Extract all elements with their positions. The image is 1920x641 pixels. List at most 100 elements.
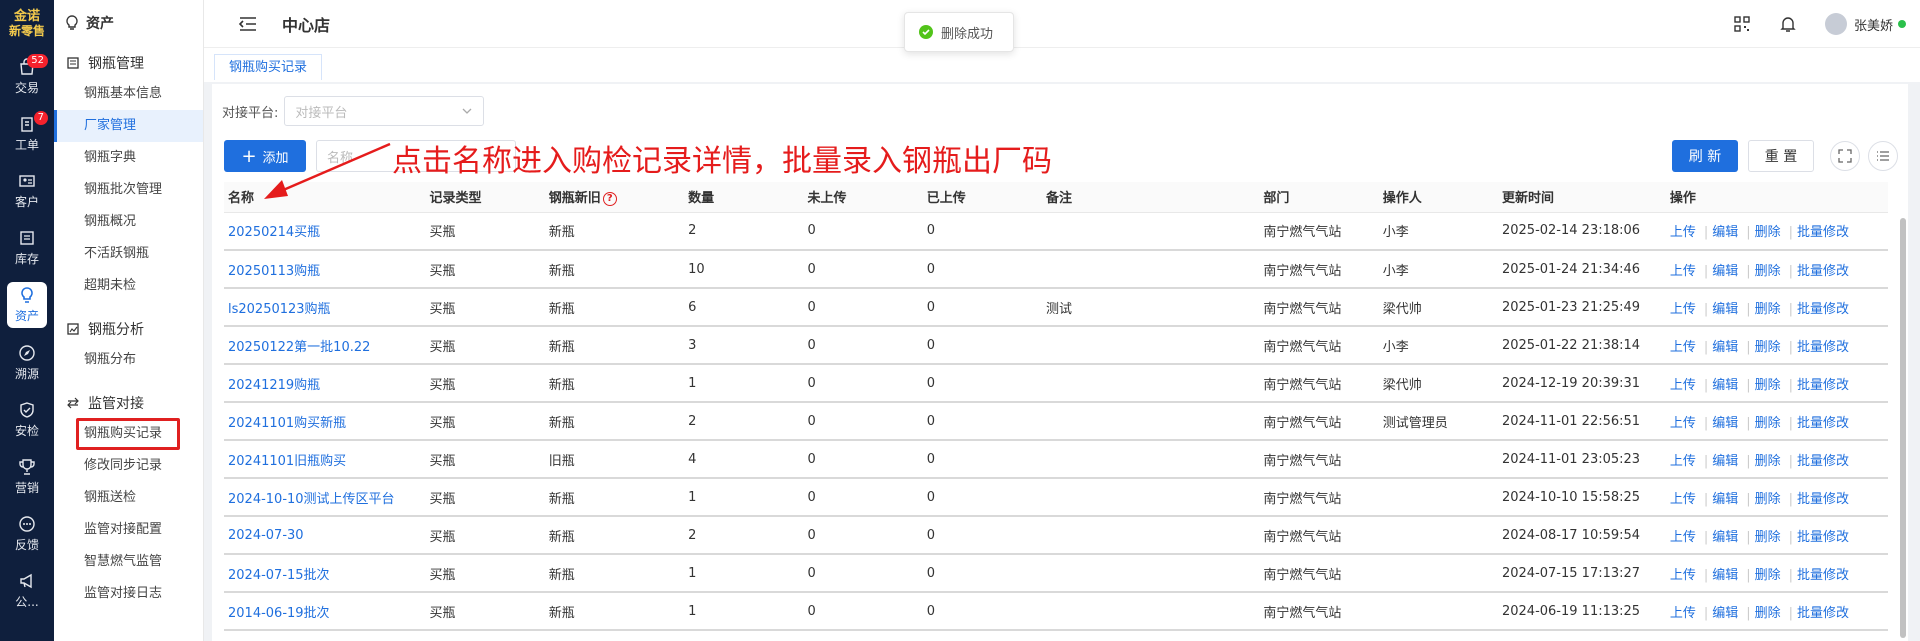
menu-fold-icon[interactable] <box>238 14 258 34</box>
rail-item-2[interactable]: 客户 <box>0 162 54 219</box>
fullscreen-button[interactable] <box>1830 141 1860 171</box>
menu-item[interactable]: 不活跃钢瓶 <box>54 238 203 270</box>
delete-link[interactable]: 删除 <box>1755 492 1781 507</box>
edit-link[interactable]: 编辑 <box>1712 302 1738 317</box>
qrcode-icon[interactable] <box>1733 15 1751 33</box>
delete-link[interactable]: 删除 <box>1755 340 1781 355</box>
record-name-link[interactable]: 20250122第一批10.22 <box>224 326 426 365</box>
rail-item-7[interactable]: 营销 <box>0 448 54 505</box>
delete-link[interactable]: 删除 <box>1755 454 1781 469</box>
delete-link[interactable]: 删除 <box>1755 530 1781 545</box>
record-name-link[interactable]: ls20250123购瓶 <box>224 288 426 327</box>
record-name-link[interactable]: 20241101旧瓶购买 <box>224 440 426 479</box>
edit-link[interactable]: 编辑 <box>1712 606 1738 621</box>
record-name-link[interactable]: 20250214买瓶 <box>224 212 426 251</box>
user-menu[interactable]: 张美娇 <box>1824 13 1906 35</box>
record-name-link[interactable]: 2014-06-19批次 <box>224 592 426 631</box>
rail-item-0[interactable]: 交易 52 <box>0 48 54 105</box>
menu-item[interactable]: 监管对接配置 <box>54 514 203 546</box>
bell-icon[interactable] <box>1779 15 1797 33</box>
rail-item-8[interactable]: 反馈 <box>0 505 54 562</box>
platform-select[interactable]: 对接平台 <box>284 96 485 126</box>
rail-item-5[interactable]: 溯源 <box>0 334 54 391</box>
record-name-link[interactable]: 20250113购瓶 <box>224 250 426 289</box>
menu-item[interactable]: 监管对接日志 <box>54 578 203 610</box>
record-name-link[interactable]: 2024-07-30 <box>224 516 426 555</box>
edit-link[interactable]: 编辑 <box>1712 340 1738 355</box>
separator: | <box>1788 377 1794 393</box>
batch-edit-link[interactable]: 批量修改 <box>1797 340 1849 355</box>
edit-link[interactable]: 编辑 <box>1712 530 1738 545</box>
upload-link[interactable]: 上传 <box>1670 492 1696 507</box>
menu-item[interactable]: 钢瓶分布 <box>54 344 203 376</box>
menu-item[interactable]: 智慧燃气监管 <box>54 546 203 578</box>
delete-link[interactable]: 删除 <box>1755 264 1781 279</box>
menu-item[interactable]: 钢瓶基本信息 <box>54 78 203 110</box>
record-name-link[interactable]: 20241101购买新瓶 <box>224 402 426 441</box>
separator: | <box>1788 263 1794 279</box>
menu-item[interactable]: 修改同步记录 <box>54 450 203 482</box>
upload-link[interactable]: 上传 <box>1670 568 1696 583</box>
edit-link[interactable]: 编辑 <box>1712 454 1738 469</box>
rail-item-6[interactable]: 安检 <box>0 391 54 448</box>
record-name-link[interactable]: 2024-07-15批次 <box>224 554 426 593</box>
menu-item[interactable]: 钢瓶概况 <box>54 206 203 238</box>
refresh-button[interactable]: 刷 新 <box>1672 140 1738 172</box>
batch-edit-link[interactable]: 批量修改 <box>1797 302 1849 317</box>
batch-edit-link[interactable]: 批量修改 <box>1797 378 1849 393</box>
batch-edit-link[interactable]: 批量修改 <box>1797 492 1849 507</box>
record-name-link[interactable]: 20241219购瓶 <box>224 364 426 403</box>
batch-edit-link[interactable]: 批量修改 <box>1797 416 1849 431</box>
help-icon[interactable]: ? <box>602 191 617 206</box>
batch-edit-link[interactable]: 批量修改 <box>1797 530 1849 545</box>
delete-link[interactable]: 删除 <box>1755 606 1781 621</box>
column-settings-button[interactable] <box>1868 141 1898 171</box>
menu-group-0[interactable]: 钢瓶管理 <box>54 48 203 78</box>
rail-item-3[interactable]: 库存 <box>0 219 54 276</box>
menu-item[interactable]: 钢瓶送检 <box>54 482 203 514</box>
upload-link[interactable]: 上传 <box>1670 606 1696 621</box>
upload-link[interactable]: 上传 <box>1670 302 1696 317</box>
record-name-link[interactable]: 2024-10-10测试上传区平台 <box>224 478 426 517</box>
row-actions: 上传 | 编辑 | 删除 | 批量修改 <box>1665 402 1888 441</box>
batch-edit-link[interactable]: 批量修改 <box>1797 225 1849 240</box>
delete-link[interactable]: 删除 <box>1755 568 1781 583</box>
rail-item-4[interactable]: 资产 <box>7 282 47 328</box>
delete-link[interactable]: 删除 <box>1755 225 1781 240</box>
batch-edit-link[interactable]: 批量修改 <box>1797 264 1849 279</box>
delete-link[interactable]: 删除 <box>1755 302 1781 317</box>
delete-link[interactable]: 删除 <box>1755 378 1781 393</box>
rail-item-1[interactable]: 工单 7 <box>0 105 54 162</box>
upload-link[interactable]: 上传 <box>1670 225 1696 240</box>
menu-item[interactable]: 厂家管理 <box>54 110 203 142</box>
menu-group-1[interactable]: 钢瓶分析 <box>54 314 203 344</box>
upload-link[interactable]: 上传 <box>1670 530 1696 545</box>
menu-item[interactable]: 钢瓶批次管理 <box>54 174 203 206</box>
batch-edit-link[interactable]: 批量修改 <box>1797 568 1849 583</box>
batch-edit-link[interactable]: 批量修改 <box>1797 606 1849 621</box>
edit-link[interactable]: 编辑 <box>1712 416 1738 431</box>
menu-item[interactable]: 超期未检 <box>54 270 203 302</box>
upload-link[interactable]: 上传 <box>1670 264 1696 279</box>
edit-link[interactable]: 编辑 <box>1712 225 1738 240</box>
delete-link[interactable]: 删除 <box>1755 416 1781 431</box>
menu-item[interactable]: 钢瓶字典 <box>54 142 203 174</box>
batch-edit-link[interactable]: 批量修改 <box>1797 454 1849 469</box>
edit-link[interactable]: 编辑 <box>1712 492 1738 507</box>
table-scrollbar[interactable] <box>1900 218 1906 638</box>
table-cell: 0 <box>922 326 1043 365</box>
separator: | <box>1703 453 1709 469</box>
separator: | <box>1746 377 1751 393</box>
tab-purchase-records[interactable]: 钢瓶购买记录 <box>214 54 323 80</box>
upload-link[interactable]: 上传 <box>1670 454 1696 469</box>
upload-link[interactable]: 上传 <box>1670 378 1696 393</box>
upload-link[interactable]: 上传 <box>1670 416 1696 431</box>
menu-item[interactable]: 钢瓶购买记录 <box>76 418 180 450</box>
upload-link[interactable]: 上传 <box>1670 340 1696 355</box>
reset-button[interactable]: 重 置 <box>1748 140 1814 172</box>
menu-group-2[interactable]: 监管对接 <box>54 388 203 418</box>
edit-link[interactable]: 编辑 <box>1712 264 1738 279</box>
edit-link[interactable]: 编辑 <box>1712 568 1738 583</box>
rail-item-9[interactable]: 公... <box>0 562 54 619</box>
edit-link[interactable]: 编辑 <box>1712 378 1738 393</box>
